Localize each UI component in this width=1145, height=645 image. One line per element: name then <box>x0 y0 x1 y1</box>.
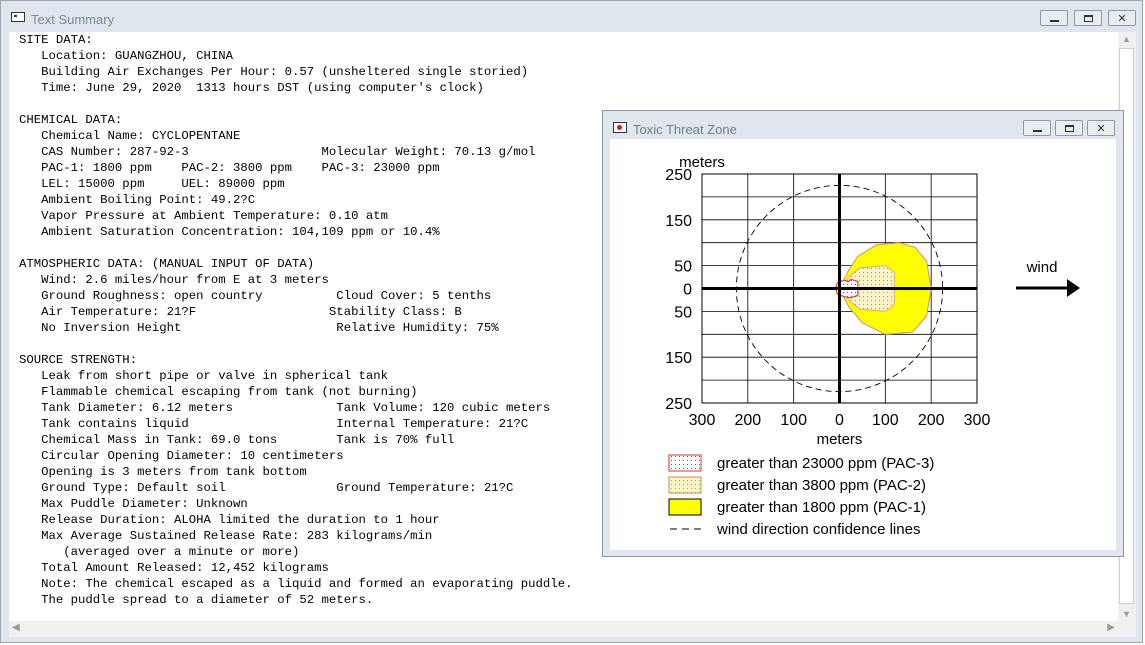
report-line: Opening is 3 meters from tank bottom <box>19 465 307 479</box>
report-line: Ground Type: Default soil Ground Tempera… <box>19 481 514 495</box>
legend-label: greater than 3800 ppm (PAC-2) <box>717 477 926 494</box>
minimize-button[interactable] <box>1040 10 1068 26</box>
toxic-threat-zone-window[interactable]: Toxic Threat Zone ✕ 250 150 50 0 50 150 250 300… <box>602 110 1124 557</box>
app-icon <box>11 12 25 22</box>
report-line <box>19 336 572 352</box>
threat-window-icon <box>613 122 627 133</box>
report-line: SOURCE STRENGTH: <box>19 353 138 367</box>
legend-swatch <box>668 498 702 516</box>
report-line: Flammable chemical escaping from tank (n… <box>19 385 418 399</box>
wind-arrow-icon <box>1067 279 1080 297</box>
threat-zone-chart: 250 150 50 0 50 150 250 300 200 100 0 100 200 300 mete… <box>610 139 1116 550</box>
y-tick-label: 0 <box>683 282 692 299</box>
legend-label: wind direction confidence lines <box>716 521 920 538</box>
report-line: Tank Diameter: 6.12 meters Tank Volume: … <box>19 401 551 415</box>
scroll-left-icon[interactable]: ◀ <box>12 622 20 633</box>
report-line: Wind: 2.6 miles/hour from E at 3 meters <box>19 273 329 287</box>
minimize-icon <box>1049 18 1059 22</box>
threat-maximize-button[interactable] <box>1055 120 1083 136</box>
report-line: Ambient Boiling Point: 49.2?C <box>19 193 256 207</box>
x-tick-label: 300 <box>964 412 991 429</box>
report-line: (averaged over a minute or more) <box>19 545 300 559</box>
y-tick-label: 150 <box>665 213 692 230</box>
y-axis-label: meters <box>679 154 725 171</box>
minimize-icon <box>1032 128 1042 132</box>
report-line: Ground Roughness: open country Cloud Cov… <box>19 289 492 303</box>
x-tick-label: 200 <box>918 412 945 429</box>
legend-label: greater than 23000 ppm (PAC-3) <box>717 455 934 472</box>
report-line: The puddle spread to a diameter of 52 me… <box>19 593 374 607</box>
y-tick-label: 50 <box>674 259 692 276</box>
y-tick-label: 50 <box>674 304 692 321</box>
report-line: Chemical Name: CYCLOPENTANE <box>19 129 241 143</box>
x-tick-label: 200 <box>734 412 761 429</box>
x-axis-label: meters <box>817 431 863 448</box>
threat-minimize-button[interactable] <box>1023 120 1051 136</box>
horizontal-scrollbar[interactable]: ◀ ▶ <box>9 621 1118 637</box>
title-bar[interactable]: Text Summary ✕ <box>1 1 1142 33</box>
report-line: Ambient Saturation Concentration: 104,10… <box>19 225 440 239</box>
maximize-icon <box>1083 14 1093 22</box>
report-line: Leak from short pipe or valve in spheric… <box>19 369 388 383</box>
close-icon: ✕ <box>1117 12 1127 25</box>
close-button[interactable]: ✕ <box>1108 10 1136 26</box>
report-line: Building Air Exchanges Per Hour: 0.57 (u… <box>19 65 529 79</box>
scroll-right-icon[interactable]: ▶ <box>1107 622 1115 633</box>
report-line: PAC-1: 1800 ppm PAC-2: 3800 ppm PAC-3: 2… <box>19 161 440 175</box>
threat-close-button[interactable]: ✕ <box>1087 120 1115 136</box>
report-line: LEL: 15000 ppm UEL: 89000 ppm <box>19 177 285 191</box>
report-line: Max Puddle Diameter: Unknown <box>19 497 248 511</box>
report-line: Total Amount Released: 12,452 kilograms <box>19 561 329 575</box>
scroll-down-icon[interactable]: ▼ <box>1122 609 1131 619</box>
wind-label: wind <box>1026 259 1058 276</box>
scroll-corner <box>1118 621 1136 637</box>
y-tick-label: 150 <box>665 350 692 367</box>
maximize-button[interactable] <box>1074 10 1102 26</box>
report-line: Air Temperature: 21?F Stability Class: B <box>19 305 462 319</box>
x-tick-label: 100 <box>780 412 807 429</box>
legend-swatch <box>668 476 702 494</box>
close-icon: ✕ <box>1096 122 1106 135</box>
report-line: CHEMICAL DATA: <box>19 113 123 127</box>
report-line: Chemical Mass in Tank: 69.0 tons Tank is… <box>19 433 455 447</box>
text-summary-report: SITE DATA: Location: GUANGZHOU, CHINA Bu… <box>19 32 572 608</box>
threat-zone-plot: 25015050050150250300 200 100 0 100 200 300mete… <box>665 154 1080 538</box>
report-line: Time: June 29, 2020 1313 hours DST (usin… <box>19 81 484 95</box>
report-line: SITE DATA: <box>19 33 93 47</box>
report-line: Location: GUANGZHOU, CHINA <box>19 49 234 63</box>
report-line <box>19 96 572 112</box>
report-line: CAS Number: 287-92-3 Molecular Weight: 7… <box>19 145 536 159</box>
report-line: Release Duration: ALOHA limited the dura… <box>19 513 440 527</box>
report-line: Vapor Pressure at Ambient Temperature: 0… <box>19 209 388 223</box>
report-line: Note: The chemical escaped as a liquid a… <box>19 577 573 591</box>
report-line <box>19 240 572 256</box>
scroll-up-icon[interactable]: ▲ <box>1122 34 1131 44</box>
maximize-icon <box>1064 124 1074 132</box>
x-tick-label: 100 <box>872 412 899 429</box>
x-tick-label: 0 <box>835 412 844 429</box>
report-line: No Inversion Height Relative Humidity: 7… <box>19 321 499 335</box>
window-title: Text Summary <box>31 12 115 27</box>
text-summary-window: Text Summary ✕ SITE DATA: Location: GUAN… <box>0 0 1143 643</box>
report-line: Circular Opening Diameter: 10 centimeter… <box>19 449 344 463</box>
threat-title-bar[interactable]: Toxic Threat Zone ✕ <box>603 111 1123 141</box>
legend-swatch <box>668 454 702 472</box>
y-tick-label: 250 <box>665 396 692 413</box>
report-line: Max Average Sustained Release Rate: 283 … <box>19 529 433 543</box>
threat-window-title: Toxic Threat Zone <box>633 122 737 137</box>
report-line: Tank contains liquid Internal Temperatur… <box>19 417 529 431</box>
x-tick-label: 300 <box>689 412 716 429</box>
legend-label: greater than 1800 ppm (PAC-1) <box>717 499 926 516</box>
report-line: ATMOSPHERIC DATA: (MANUAL INPUT OF DATA) <box>19 257 315 271</box>
